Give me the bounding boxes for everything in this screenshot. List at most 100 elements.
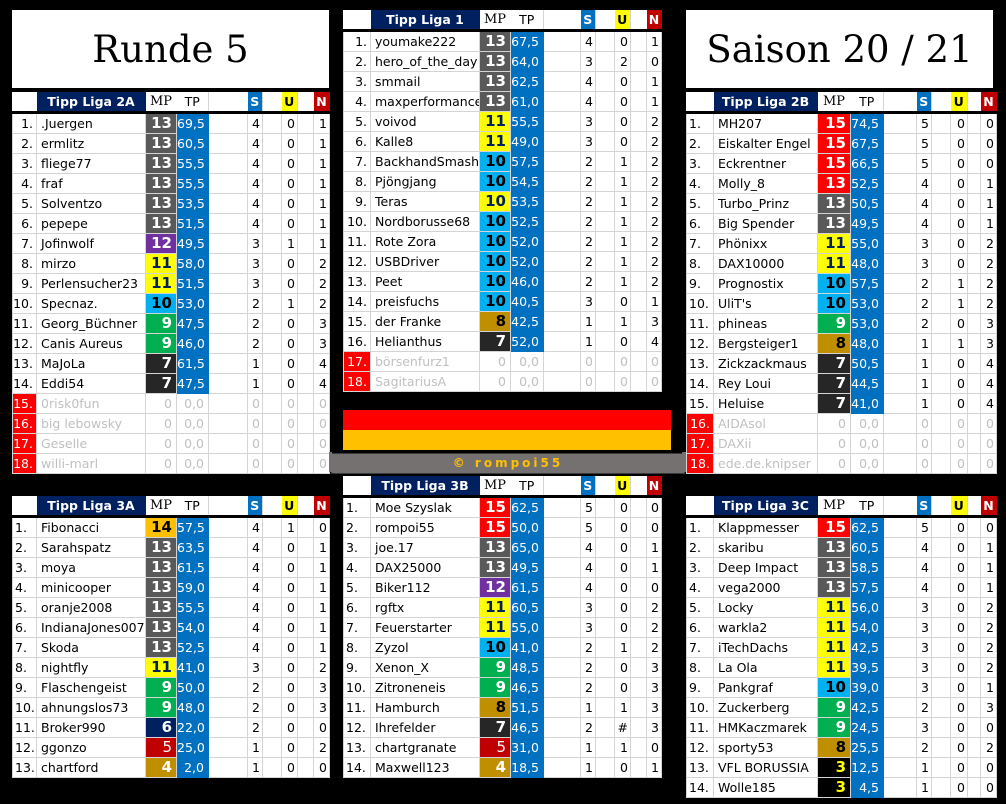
- gap-cell: [543, 617, 581, 638]
- losses-count: 2: [646, 271, 662, 292]
- tip-points: 49,5: [176, 233, 209, 254]
- standings-row: 9. Teras 10 53,5 2 1 2: [343, 191, 662, 212]
- gap-cell: [595, 71, 615, 92]
- match-points: 7: [817, 353, 851, 374]
- losses-count: 4: [313, 353, 330, 374]
- tip-points: 0,0: [176, 393, 209, 414]
- standings-row: 8. nightfly 11 41,0 3 0 2: [12, 657, 330, 678]
- player-name: USBDriver: [370, 251, 480, 272]
- losses-count: 4: [313, 373, 330, 394]
- header-blank: [343, 476, 371, 498]
- player-name: Georg_Büchner: [36, 313, 146, 334]
- player-name: sporty53: [713, 737, 818, 758]
- gap-cell: [630, 331, 647, 352]
- standings-row: 3. Eckrentner 15 66,5 5 0 0: [686, 153, 997, 174]
- league-table-l3a: Tipp Liga 3A MP TP S U N 1. Fibonacci 14 57,5 4 1 0 2…: [12, 496, 330, 778]
- wins-count: 2: [247, 293, 263, 314]
- rank-cell: 8.: [12, 253, 37, 274]
- losses-count: 2: [980, 597, 997, 618]
- standings-row: 7. BackhandSmash 10 57,5 2 1 2: [343, 151, 662, 172]
- rank-cell: 4.: [343, 557, 371, 578]
- wins-count: 4: [247, 557, 263, 578]
- player-name: chartgranate: [370, 737, 480, 758]
- losses-count: 2: [646, 231, 662, 252]
- losses-count: 0: [646, 496, 662, 518]
- player-name: Nordborusse68: [370, 211, 480, 232]
- match-points: 13: [479, 51, 511, 72]
- gap-cell: [297, 657, 314, 678]
- gap-cell: [208, 677, 248, 698]
- losses-count: 2: [313, 737, 330, 758]
- draws-count: 0: [614, 577, 631, 598]
- gap-cell: [543, 496, 581, 518]
- standings-row: 9. Flaschengeist 9 50,0 2 0 3: [12, 677, 330, 698]
- match-points: 3: [817, 757, 851, 778]
- column-header-s: S: [916, 92, 932, 114]
- rank-cell: 4.: [12, 577, 37, 598]
- standings-row: 4. Molly_8 13 52,5 4 0 1: [686, 173, 997, 194]
- match-points: 13: [817, 193, 851, 214]
- standings-row: 7. Phönixx 11 55,0 3 0 2: [686, 233, 997, 254]
- gap-cell: [595, 91, 615, 112]
- gap-cell: [595, 517, 615, 538]
- tip-points: 69,5: [176, 112, 209, 134]
- standings-row: 10. Zitroneneis 9 46,5 2 0 3: [343, 677, 662, 698]
- gap-cell: [931, 213, 951, 234]
- rank-cell: 12.: [343, 717, 371, 738]
- standings-row: 15. 0risk0fun 0 0,0 0 0 0: [12, 393, 330, 414]
- rank-cell: 12.: [12, 333, 37, 354]
- tip-points: 53,5: [176, 193, 209, 214]
- losses-count: 0: [646, 737, 662, 758]
- gap-cell: [208, 516, 248, 538]
- match-points: 11: [145, 253, 177, 274]
- tip-points: 24,5: [850, 717, 884, 738]
- gap-cell: [883, 233, 917, 254]
- losses-count: 0: [313, 453, 330, 474]
- gap-cell: [883, 433, 917, 454]
- losses-count: 0: [646, 517, 662, 538]
- gap-cell: [208, 273, 248, 294]
- tip-points: 51,5: [176, 213, 209, 234]
- column-header-mp: MP: [817, 92, 851, 114]
- rank-cell: 15.: [12, 393, 37, 414]
- rank-cell: 2.: [343, 517, 371, 538]
- gap-cell: [630, 737, 647, 758]
- wins-count: 3: [916, 597, 932, 618]
- gap-cell: [208, 133, 248, 154]
- standings-row: 13. Zickzackmaus 7 50,5 1 0 4: [686, 353, 997, 374]
- gap-cell: [931, 597, 951, 618]
- tip-points: 46,5: [510, 717, 544, 738]
- wins-count: 2: [916, 737, 932, 758]
- gap-cell: [967, 353, 981, 374]
- gap-cell: [967, 557, 981, 578]
- standings-row: 16. big lebowsky 0 0,0 0 0 0: [12, 413, 330, 434]
- gap-cell: [630, 617, 647, 638]
- standings-row: 4. maxperformance 13 61,0 4 0 1: [343, 91, 662, 112]
- losses-count: 1: [646, 291, 662, 312]
- standings-row: 17. DAXii 0 0,0 0 0 0: [686, 433, 997, 454]
- gap-cell: [595, 51, 615, 72]
- gap-cell: [595, 717, 615, 738]
- standings-row: 13. chartford 4 2,0 1 0 0: [12, 757, 330, 778]
- gap-cell: [297, 717, 314, 738]
- standings-row: 6. Big Spender 13 49,5 4 0 1: [686, 213, 997, 234]
- draws-count: 0: [614, 597, 631, 618]
- wins-count: 4: [247, 112, 263, 134]
- column-header-tp: TP: [850, 92, 884, 114]
- tip-points: 57,5: [850, 577, 884, 598]
- wins-count: 0: [916, 413, 932, 434]
- column-header-mp: MP: [145, 92, 177, 114]
- gap-cell: [208, 293, 248, 314]
- wins-count: 0: [247, 433, 263, 454]
- draws-count: 0: [950, 153, 968, 174]
- match-points: 4: [479, 757, 511, 778]
- gap-cell: [543, 677, 581, 698]
- rank-cell: 1.: [686, 516, 714, 538]
- header-gap: [883, 496, 917, 518]
- gap-cell: [543, 597, 581, 618]
- gap-cell: [967, 677, 981, 698]
- wins-count: 1: [916, 757, 932, 778]
- gap-cell: [208, 697, 248, 718]
- match-points: 13: [145, 112, 177, 134]
- column-header-tp: TP: [510, 10, 544, 32]
